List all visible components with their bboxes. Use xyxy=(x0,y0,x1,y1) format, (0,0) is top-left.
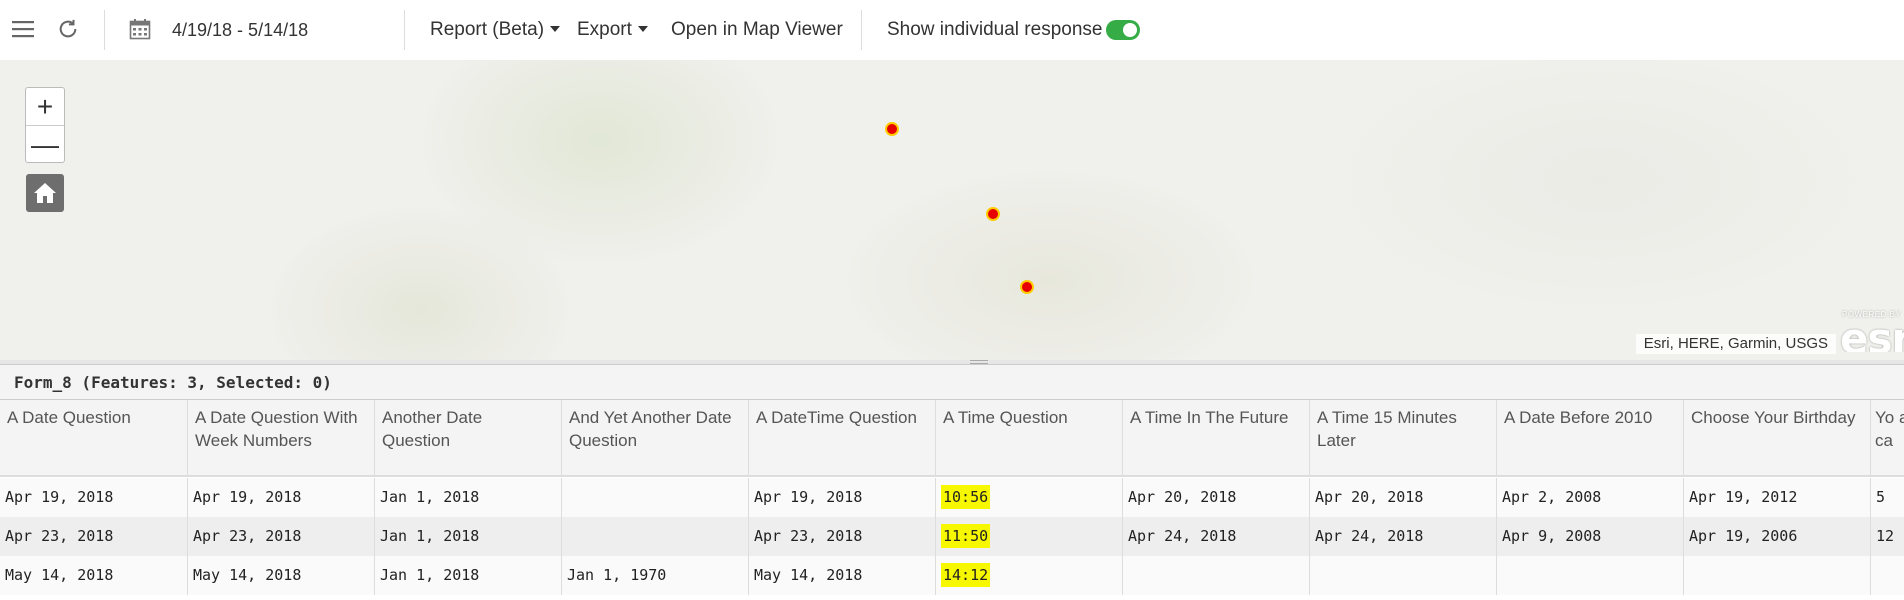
open-in-map-viewer-link[interactable]: Open in Map Viewer xyxy=(671,0,843,60)
table-cell: 5 xyxy=(1871,478,1904,517)
export-label: Export xyxy=(577,19,632,40)
caret-down-icon xyxy=(550,25,561,32)
zoom-out-button[interactable]: — xyxy=(26,126,64,163)
esri-logo: POWERED BY esri xyxy=(1836,308,1904,352)
table-cell xyxy=(562,517,749,556)
table-cell: Apr 20, 2018 xyxy=(1310,478,1497,517)
table-cell: Apr 19, 2006 xyxy=(1684,517,1871,556)
date-range[interactable]: 4/19/18 - 5/14/18 xyxy=(172,0,308,60)
table-header-row: A Date Question A Date Question With Wee… xyxy=(0,400,1904,477)
column-header[interactable]: Choose Your Birthday xyxy=(1684,400,1871,475)
zoom-in-button[interactable]: + xyxy=(26,88,64,125)
table-cell: Apr 24, 2018 xyxy=(1123,517,1310,556)
show-individual-toggle[interactable] xyxy=(1106,20,1140,40)
table-cell: Apr 19, 2018 xyxy=(749,478,936,517)
table-row[interactable]: Apr 23, 2018 Apr 23, 2018 Jan 1, 2018 Ap… xyxy=(0,517,1904,556)
table-cell: Apr 19, 2018 xyxy=(188,478,375,517)
column-header[interactable]: Yo au ca xyxy=(1871,400,1904,475)
table-cell: Apr 19, 2018 xyxy=(0,478,188,517)
table-cell xyxy=(562,478,749,517)
toolbar-separator xyxy=(404,10,405,50)
table-cell: Jan 1, 2018 xyxy=(375,517,562,556)
home-icon xyxy=(34,183,56,203)
table-row[interactable]: Apr 19, 2018 Apr 19, 2018 Jan 1, 2018 Ap… xyxy=(0,478,1904,517)
table-title: Form_8 (Features: 3, Selected: 0) xyxy=(14,373,332,392)
esri-logo-wordmark: esri xyxy=(1840,314,1904,352)
table-cell xyxy=(1871,556,1904,595)
table-cell: Apr 20, 2018 xyxy=(1123,478,1310,517)
table-cell: Apr 23, 2018 xyxy=(188,517,375,556)
column-header[interactable]: And Yet Another Date Question xyxy=(562,400,749,475)
map-attribution: Esri, HERE, Garmin, USGS xyxy=(1635,334,1836,354)
show-individual-label: Show individual response xyxy=(887,19,1103,40)
calendar-icon[interactable] xyxy=(128,17,152,41)
table-cell: 14:12 xyxy=(936,556,1123,595)
table-cell xyxy=(1684,556,1871,595)
table-cell xyxy=(1310,556,1497,595)
table-cell: Apr 9, 2008 xyxy=(1497,517,1684,556)
map-point[interactable] xyxy=(1020,280,1034,294)
zoom-control: + — xyxy=(25,87,65,163)
time-value-highlight: 10:56 xyxy=(941,485,991,509)
table-cell: Jan 1, 2018 xyxy=(375,556,562,595)
toolbar-separator xyxy=(861,10,862,50)
map-point[interactable] xyxy=(885,122,899,136)
map-point[interactable] xyxy=(986,207,1000,221)
table-cell: Apr 23, 2018 xyxy=(749,517,936,556)
table-title-bar: Form_8 (Features: 3, Selected: 0) xyxy=(0,364,1904,400)
column-header[interactable]: Another Date Question xyxy=(375,400,562,475)
table-cell: May 14, 2018 xyxy=(188,556,375,595)
column-header[interactable]: A DateTime Question xyxy=(749,400,936,475)
report-dropdown[interactable]: Report (Beta) xyxy=(430,0,561,60)
column-header[interactable]: A Time Question xyxy=(936,400,1123,475)
report-label: Report (Beta) xyxy=(430,19,545,40)
table-cell: Apr 24, 2018 xyxy=(1310,517,1497,556)
export-dropdown[interactable]: Export xyxy=(577,0,648,60)
caret-down-icon xyxy=(637,25,648,32)
table-cell: Apr 19, 2012 xyxy=(1684,478,1871,517)
column-header[interactable]: A Date Question With Week Numbers xyxy=(188,400,375,475)
table-cell: Apr 23, 2018 xyxy=(0,517,188,556)
refresh-icon[interactable] xyxy=(56,17,80,41)
table-cell: 10:56 xyxy=(936,478,1123,517)
table-cell: May 14, 2018 xyxy=(749,556,936,595)
column-header[interactable]: A Time 15 Minutes Later xyxy=(1310,400,1497,475)
toolbar-separator xyxy=(104,10,105,50)
attribute-table: A Date Question A Date Question With Wee… xyxy=(0,400,1904,600)
toggle-knob xyxy=(1123,23,1137,37)
map-view[interactable]: + — Esri, HERE, Garmin, USGS POWERED BY … xyxy=(0,60,1904,360)
column-header[interactable]: A Date Before 2010 xyxy=(1497,400,1684,475)
table-cell: Jan 1, 2018 xyxy=(375,478,562,517)
table-row[interactable]: May 14, 2018 May 14, 2018 Jan 1, 2018 Ja… xyxy=(0,556,1904,595)
table-cell: Apr 2, 2008 xyxy=(1497,478,1684,517)
table-cell: Jan 1, 1970 xyxy=(562,556,749,595)
table-cell xyxy=(1123,556,1310,595)
time-value-highlight: 11:50 xyxy=(941,524,991,548)
toolbar: 4/19/18 - 5/14/18 Report (Beta) Export O… xyxy=(0,0,1904,60)
table-cell: 12 xyxy=(1871,517,1904,556)
hamburger-icon[interactable] xyxy=(12,18,34,40)
column-header[interactable]: A Date Question xyxy=(0,400,188,475)
table-cell xyxy=(1497,556,1684,595)
time-value-highlight: 14:12 xyxy=(941,563,991,587)
home-button[interactable] xyxy=(26,174,64,212)
column-header[interactable]: A Time In The Future xyxy=(1123,400,1310,475)
table-cell: 11:50 xyxy=(936,517,1123,556)
table-cell: May 14, 2018 xyxy=(0,556,188,595)
